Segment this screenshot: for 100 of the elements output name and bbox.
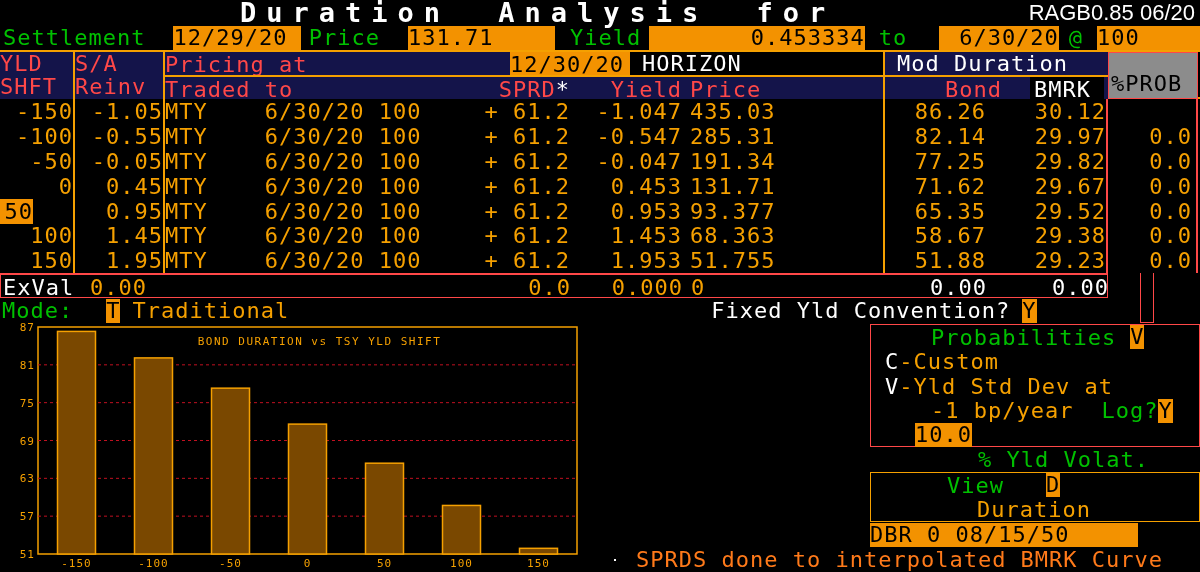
table-cell-text: 0.00 xyxy=(1051,275,1109,301)
table-cell: 131.71 xyxy=(682,173,885,199)
table-cell: 1.95 xyxy=(75,248,165,274)
volatility-field[interactable]: 10.0 xyxy=(915,423,972,448)
view-value: Duration xyxy=(977,497,1091,523)
table-cell: 0.0 xyxy=(1108,248,1198,274)
log-field[interactable]: Y xyxy=(1158,399,1173,423)
table-cell[interactable]: 150 xyxy=(30,248,73,274)
redemption-price-field[interactable]: 100 xyxy=(1097,25,1200,50)
at-label: @ xyxy=(1068,25,1084,50)
table-cell: 29.82 xyxy=(1030,148,1108,174)
chart-title: BOND DURATION vs TSY YLD SHIFT xyxy=(197,335,442,349)
column-header: Traded to xyxy=(165,77,295,102)
table-cell: 30.12 xyxy=(1030,99,1108,124)
settlement-field[interactable]: 12/29/20 xyxy=(173,25,301,50)
table-cell: 29.38 xyxy=(1030,223,1108,249)
table-cell[interactable]: -50 xyxy=(30,148,73,174)
row-label: ExVal xyxy=(2,275,76,301)
status-message: SPRDS done to interpolated BMRK Curve xyxy=(636,547,1164,572)
probabilities-field[interactable]: V xyxy=(1130,325,1145,350)
fixed-yld-field[interactable]: Y xyxy=(1022,298,1037,323)
table-cell-text: 71.62 xyxy=(913,173,987,199)
table-cell[interactable]: -150 xyxy=(16,99,73,124)
table-cell-text: + 61.2 xyxy=(483,173,570,199)
column-header: SPRD xyxy=(498,77,556,102)
table-cell-text: 77.25 xyxy=(913,148,987,174)
table-cell-text: 86.26 xyxy=(913,99,987,124)
table-cell: 285.31 xyxy=(682,123,885,149)
table-cell-text: + 61.2 xyxy=(483,198,570,224)
table-cell[interactable]: 50 xyxy=(0,198,33,224)
price-label: Price xyxy=(308,25,381,50)
table-cell-text: MTY 6/30/20 100 xyxy=(165,173,423,199)
axis-tick-label: 50 xyxy=(376,557,393,571)
mode-value: Traditional xyxy=(132,298,290,324)
table-cell[interactable]: 0 xyxy=(58,173,73,199)
table-cell-text: 1.453 xyxy=(609,223,682,249)
column-header: Price xyxy=(689,77,763,102)
table-cell-text: 0.00 xyxy=(89,275,148,301)
table-cell: 191.34 xyxy=(682,148,885,174)
table-cell: 29.97 xyxy=(1030,123,1108,149)
table-cell-text: 0.000 xyxy=(610,275,683,301)
table-cell: 0.95 xyxy=(75,198,165,224)
column-header: YLD SHFT xyxy=(0,52,75,99)
column-header: BMRK xyxy=(1030,77,1104,102)
table-cell-text: -0.047 xyxy=(595,148,682,174)
table-cell: 0.0 xyxy=(1108,223,1198,249)
table-cell-text: + 61.2 xyxy=(483,123,570,149)
table-cell-text: 58.67 xyxy=(913,223,987,249)
axis-tick-label: 69 xyxy=(19,434,35,448)
table-cell: 29.23 xyxy=(1030,248,1108,274)
table-cell-text: 0.453 xyxy=(609,173,682,199)
table-cell-text: -0.547 xyxy=(595,123,682,149)
table-cell-text: + 61.2 xyxy=(483,248,570,274)
table-cell: 29.52 xyxy=(1030,198,1108,224)
table-cell-text: + 61.2 xyxy=(483,148,570,174)
view-field[interactable]: D xyxy=(1046,473,1061,498)
table-cell-text: 65.35 xyxy=(913,198,987,224)
fixed-yld-label: Fixed Yld Convention? xyxy=(711,298,1011,324)
column-header: Yield xyxy=(609,77,682,102)
mode-field[interactable]: T xyxy=(106,298,121,323)
column-header: Pricing at xyxy=(165,52,510,75)
table-cell-text: 0.953 xyxy=(609,198,682,224)
axis-tick-label: -50 xyxy=(219,557,242,571)
asterisk-mark: * xyxy=(555,77,570,102)
table-cell-text: 51.88 xyxy=(913,248,987,274)
column-header: Bond xyxy=(944,77,1003,102)
table-cell: 0.0 xyxy=(1108,198,1198,224)
table-cell-text: MTY 6/30/20 100 xyxy=(165,223,423,249)
table-cell-text: -1.047 xyxy=(595,99,682,124)
axis-tick-label: 51 xyxy=(19,548,35,562)
table-cell: 93.377 xyxy=(682,198,885,224)
column-header: %PROB xyxy=(1108,52,1198,99)
axis-tick-label: 57 xyxy=(19,510,35,524)
volatility-label: % Yld Volat. xyxy=(978,447,1149,473)
table-cell: 0.0 xyxy=(1108,173,1198,199)
axis-tick-label: 81 xyxy=(19,359,35,373)
to-label: to xyxy=(878,25,908,50)
table-cell: 68.363 xyxy=(682,223,885,249)
view-label: View xyxy=(947,473,1004,498)
horizon-date-field[interactable]: 12/30/20 xyxy=(510,52,630,75)
axis-tick-label: 0 xyxy=(303,557,312,571)
rate-text: -1 bp/year xyxy=(931,398,1074,424)
horizon-label: HORIZON xyxy=(641,51,742,76)
maturity-date-field[interactable]: 6/30/20 xyxy=(939,25,1059,50)
table-cell: 0.45 xyxy=(75,173,165,199)
table-cell: 51.755 xyxy=(682,248,885,274)
table-cell-text: MTY 6/30/20 100 xyxy=(165,248,423,274)
table-cell[interactable]: 100 xyxy=(30,223,73,249)
table-cell-text: MTY 6/30/20 100 xyxy=(165,148,423,174)
table-cell-text: + 61.2 xyxy=(483,223,570,249)
table-cell: -0.55 xyxy=(75,123,165,149)
dot-mark xyxy=(614,558,616,561)
column-header: Mod Duration xyxy=(896,51,1068,76)
table-cell-text: 0 xyxy=(690,275,707,301)
benchmark-field[interactable]: DBR 0 08/15/50 xyxy=(870,522,1138,547)
table-cell[interactable]: -100 xyxy=(16,123,73,149)
price-field[interactable]: 131.71 xyxy=(408,25,556,50)
axis-tick-label: 150 xyxy=(527,557,550,571)
table-cell: 0.0 xyxy=(1108,123,1198,149)
yield-field[interactable]: 0.453334 xyxy=(649,25,865,50)
